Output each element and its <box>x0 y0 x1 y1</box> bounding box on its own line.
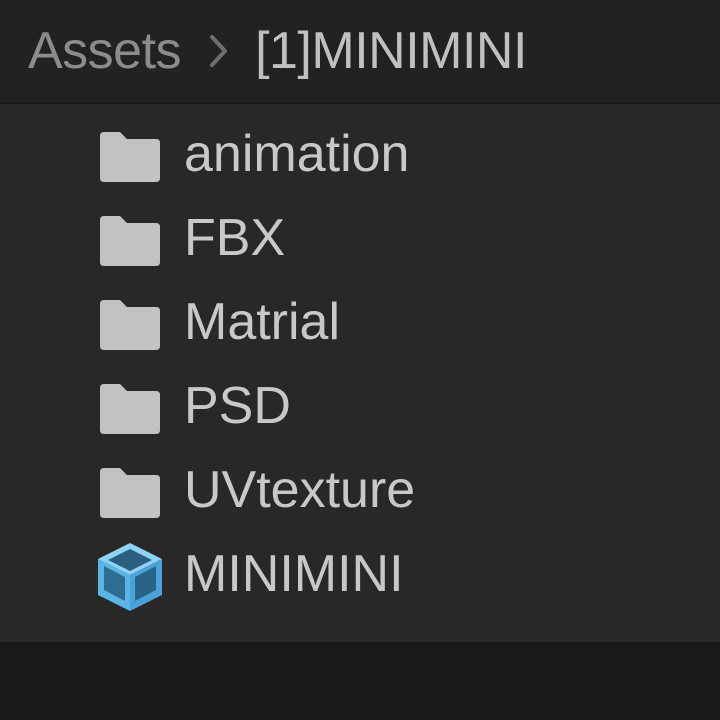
list-item-animation[interactable]: animation <box>0 112 720 196</box>
folder-icon <box>94 375 166 441</box>
list-item-label: Matrial <box>184 293 341 351</box>
folder-icon <box>94 459 166 525</box>
folder-icon <box>94 291 166 357</box>
chevron-right-icon <box>181 21 255 81</box>
list-item-label: MINIMINI <box>184 545 404 603</box>
list-item-uvtexture[interactable]: UVtexture <box>0 448 720 532</box>
list-item-minimini[interactable]: MINIMINI <box>0 532 720 616</box>
list-item-psd[interactable]: PSD <box>0 364 720 448</box>
breadcrumb-current[interactable]: [1]MINIMINI <box>255 21 527 81</box>
list-item-matrial[interactable]: Matrial <box>0 280 720 364</box>
list-item-label: UVtexture <box>184 461 416 519</box>
breadcrumb: Assets [1]MINIMINI <box>0 0 720 104</box>
prefab-cube-icon <box>94 543 166 611</box>
panel-footer <box>0 642 720 720</box>
list-item-label: FBX <box>184 209 286 267</box>
breadcrumb-root[interactable]: Assets <box>28 21 182 81</box>
folder-icon <box>94 207 166 273</box>
project-panel: Assets [1]MINIMINI animation FBX Matrial… <box>0 0 720 642</box>
folder-icon <box>94 123 166 189</box>
asset-list: animation FBX Matrial PSD UVtexture MINI… <box>0 112 720 616</box>
list-item-label: animation <box>184 125 410 183</box>
list-item-fbx[interactable]: FBX <box>0 196 720 280</box>
list-item-label: PSD <box>184 377 291 435</box>
